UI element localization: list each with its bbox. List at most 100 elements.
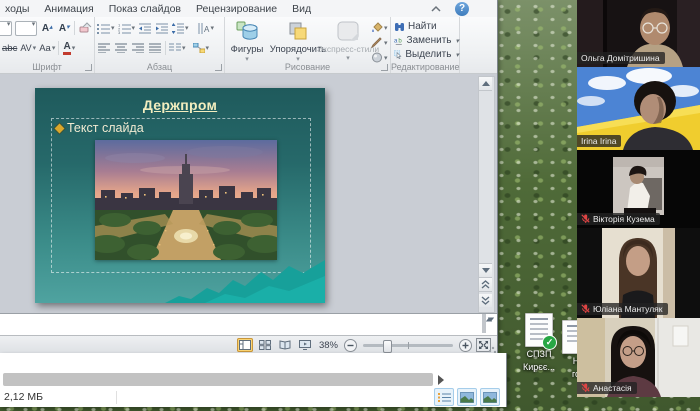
align-right-icon [132, 43, 144, 53]
columns-button[interactable] [169, 40, 186, 56]
double-up-icon [481, 280, 490, 289]
dialog-launcher-icon[interactable] [85, 64, 92, 71]
ribbon-group-drawing: Фигуры Упорядочить Экспресс-стили [225, 17, 391, 73]
participant-tile[interactable]: Юліана Мантуляк [577, 228, 700, 318]
scroll-down-icon[interactable] [479, 263, 492, 278]
decrease-indent-button[interactable] [138, 20, 152, 36]
shrink-font-button[interactable]: A [57, 20, 71, 36]
decorative-wave [165, 258, 325, 303]
ribbon-group-font: A A abc AV Aa A Шрифт [0, 17, 95, 73]
reading-view-button[interactable] [277, 338, 293, 352]
slide-sorter-view-button[interactable] [257, 338, 273, 352]
align-left-button[interactable] [97, 40, 111, 56]
desktop-icon-document[interactable]: ✓ СПЗП Кирєє... [519, 313, 559, 373]
align-right-button[interactable] [131, 40, 145, 56]
zoom-slider-thumb[interactable] [383, 340, 392, 353]
slide-canvas[interactable]: Держпром Текст слайда [35, 88, 325, 303]
bullet-icon [55, 123, 65, 133]
numbering-button[interactable]: 123 [118, 20, 136, 36]
columns-icon [169, 43, 181, 53]
justify-button[interactable] [148, 40, 162, 56]
convert-smartart-button[interactable] [193, 40, 210, 56]
character-spacing-button[interactable]: AV [20, 40, 36, 56]
resize-grip[interactable] [488, 345, 496, 353]
font-name-select[interactable] [0, 21, 12, 36]
strikethrough-button[interactable]: abc [2, 40, 17, 56]
participant-tile-active[interactable]: Irina Irina [577, 67, 700, 150]
line-spacing-button[interactable] [172, 20, 189, 36]
svg-text:A: A [204, 25, 210, 34]
tab-slideshow[interactable]: Показ слайдов [109, 3, 181, 15]
next-slide-button[interactable] [479, 294, 492, 307]
tab-animation[interactable]: Анимация [44, 3, 93, 15]
shape-fill-button[interactable] [371, 21, 388, 34]
svg-text:a: a [394, 39, 398, 45]
thumbnail-view-button[interactable] [457, 388, 477, 406]
tab-transitions[interactable]: ходы [5, 3, 29, 15]
zoom-level[interactable]: 38% [319, 340, 338, 351]
select-button[interactable]: Выделить [394, 48, 459, 61]
font-size-select[interactable] [15, 21, 37, 36]
notes-scrollbar[interactable] [482, 315, 495, 333]
find-button[interactable]: Найти [394, 20, 459, 33]
tab-view[interactable]: Вид [292, 3, 311, 15]
participant-tile[interactable]: Вікторія Кузема [577, 150, 700, 228]
smartart-icon [193, 43, 205, 53]
horizontal-scrollbar[interactable] [3, 373, 433, 386]
shape-outline-button[interactable] [371, 36, 388, 49]
slide-image[interactable] [95, 140, 277, 260]
scroll-down-icon[interactable] [484, 314, 486, 333]
ribbon-group-editing: Найти ab Заменить Выделить Редактировани… [391, 17, 460, 73]
slide-title[interactable]: Держпром [35, 97, 325, 113]
desktop-icon-label: Кирєє... [519, 362, 559, 373]
slide-bullet-line[interactable]: Текст слайда [56, 121, 144, 135]
notes-pane[interactable] [0, 313, 497, 336]
quick-styles-icon [335, 20, 361, 42]
zoom-in-button[interactable] [459, 339, 472, 352]
slide-scrollbar[interactable] [478, 76, 495, 313]
participant-tile[interactable]: Ольга Домітришина [577, 0, 700, 67]
image-thumbnail-icon [460, 392, 474, 403]
help-icon[interactable]: ? [455, 2, 469, 16]
bullets-icon [97, 23, 110, 34]
participant-tile[interactable]: Анастасія [577, 318, 700, 397]
increase-indent-button[interactable] [155, 20, 169, 36]
dialog-launcher-icon[interactable] [381, 64, 388, 71]
replace-button[interactable]: ab Заменить [394, 34, 459, 47]
previous-slide-button[interactable] [479, 278, 492, 292]
scroll-up-icon[interactable] [479, 77, 492, 91]
svg-text:b: b [398, 39, 402, 45]
screen: ✓ СПЗП Кирєє... Н го ходы Анимация Показ… [0, 0, 700, 411]
zoom-slider[interactable] [363, 344, 453, 347]
zoom-out-button[interactable] [344, 339, 357, 352]
file-size-status: 2,12 МБ [4, 391, 43, 403]
select-arrow-icon [394, 49, 402, 60]
details-view-button[interactable] [434, 388, 454, 406]
slideshow-view-button[interactable] [297, 338, 313, 352]
text-direction-button[interactable]: A [198, 20, 215, 36]
pencil-icon [371, 37, 383, 48]
collapse-ribbon-icon[interactable] [429, 3, 443, 15]
bullets-button[interactable] [97, 20, 115, 36]
font-color-button[interactable]: A [62, 40, 76, 56]
change-case-button[interactable]: Aa [39, 40, 55, 56]
decrease-indent-icon [139, 23, 151, 34]
check-badge-icon: ✓ [542, 335, 557, 350]
plus-icon [459, 339, 472, 352]
align-center-icon [115, 43, 127, 53]
line-spacing-icon [172, 23, 184, 34]
normal-view-button[interactable] [237, 338, 253, 352]
align-center-button[interactable] [114, 40, 128, 56]
tab-review[interactable]: Рецензирование [196, 3, 277, 15]
drawing-group-label: Рисование [225, 62, 390, 72]
grow-font-button[interactable]: A [40, 20, 54, 36]
slideshow-icon [299, 340, 311, 350]
participant-name-badge: Юліана Мантуляк [577, 303, 668, 315]
powerpoint-window: ходы Анимация Показ слайдов Рецензирован… [0, 0, 498, 353]
image-thumbnail-icon [483, 392, 497, 403]
slide-sorter-icon [259, 340, 271, 350]
clear-formatting-button[interactable] [78, 20, 92, 36]
thumbnail-view-button-2[interactable] [480, 388, 500, 406]
scroll-right-icon[interactable] [438, 375, 444, 385]
dialog-launcher-icon[interactable] [215, 64, 222, 71]
